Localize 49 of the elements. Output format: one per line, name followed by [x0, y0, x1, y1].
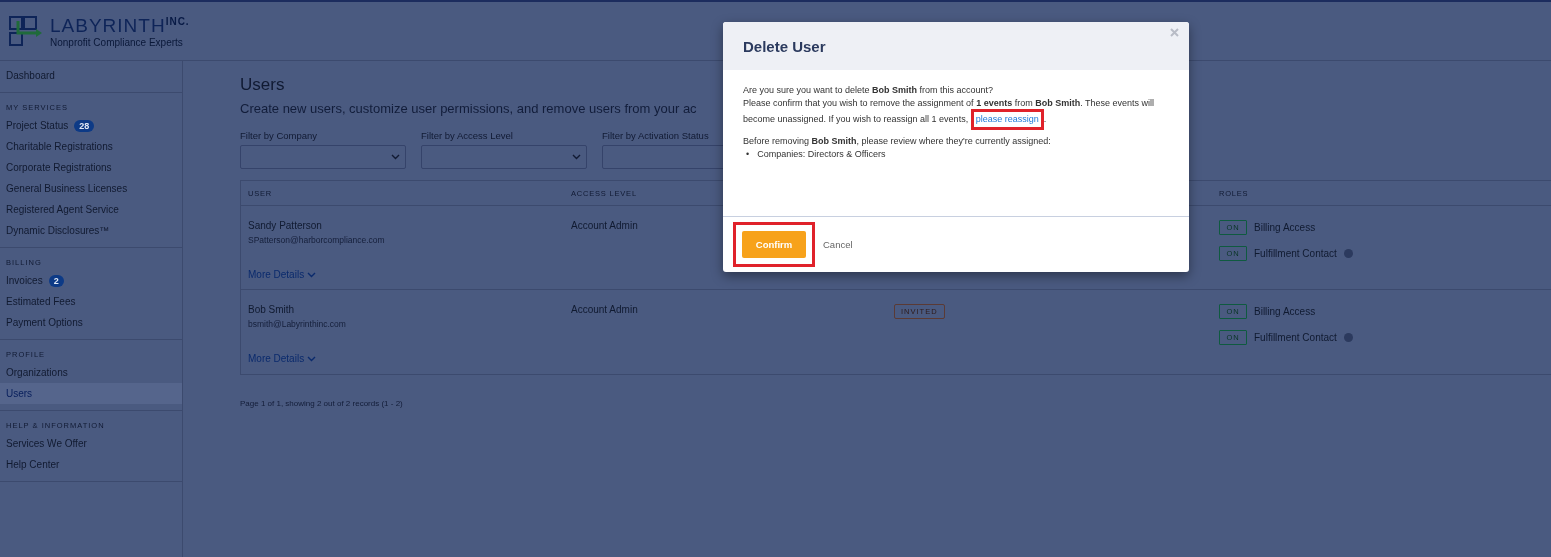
chevron-down-icon [307, 355, 317, 362]
reassign-notice: Please confirm that you wish to remove the assignment of 1 events from Bob Smith. These events will become unassigned. If you wish to reassign all 1 events, please reassign . [743, 96, 1169, 130]
count-badge: 2 [48, 274, 64, 287]
user-email: bsmith@Labyrinthinc.com [248, 319, 346, 329]
sidebar-item[interactable]: General Business Licenses [0, 178, 182, 199]
chevron-down-icon [307, 271, 317, 278]
page-subtitle: Create new users, customize user permissions, and remove users from your ac [240, 101, 697, 116]
filter-label: Filter by Access Level [421, 130, 513, 141]
chevron-down-icon [572, 154, 581, 160]
sidebar-item[interactable]: Charitable Registrations [0, 136, 182, 157]
sidebar-item[interactable]: Dashboard [0, 65, 182, 86]
sidebar-item[interactable]: Dynamic Disclosures™ [0, 220, 182, 241]
user-email: SPatterson@harborcompliance.com [248, 235, 385, 245]
role-label: Fulfillment Contact [1254, 248, 1337, 259]
count-badge: 28 [74, 119, 95, 132]
role-label: Billing Access [1254, 222, 1316, 233]
page-title: Users [240, 75, 285, 95]
user-name: Bob Smith [248, 304, 295, 315]
role-label: Fulfillment Contact [1254, 332, 1337, 343]
review-text: Before removing Bob Smith, please review where they're currently assigned: [743, 135, 1052, 148]
confirm-button[interactable]: Confirm [742, 231, 806, 258]
maze-logo-icon [8, 15, 44, 47]
filter-label: Filter by Activation Status [602, 130, 709, 141]
logo-tagline: Nonprofit Compliance Experts [50, 36, 184, 48]
sidebar-item[interactable]: Project Status 28 [0, 115, 182, 136]
cancel-link[interactable]: Cancel [823, 239, 853, 250]
filter-label: Filter by Company [240, 130, 318, 141]
sidebar-item[interactable]: Estimated Fees [0, 291, 182, 312]
logo-wordmark: LABYRINTH$^{INC.}$ [50, 14, 190, 37]
confirmation-text: Are you sure you want to delete Bob Smith from this account? [743, 84, 995, 97]
sidebar-item[interactable]: Payment Options [0, 312, 182, 333]
sidebar-item[interactable]: Invoices 2 [0, 270, 182, 291]
role-label: Billing Access [1254, 306, 1316, 317]
more-details-link[interactable]: More Details [248, 269, 317, 280]
dialog-title: Delete User [743, 37, 826, 55]
access-level: Account Admin [571, 304, 638, 315]
reassign-link[interactable]: please reassign [975, 114, 1039, 125]
chevron-down-icon [391, 154, 400, 160]
sidebar-item[interactable]: Services We Offer [0, 433, 182, 454]
sidebar-item[interactable]: Organizations [0, 362, 182, 383]
sidebar-item[interactable]: Registered Agent Service [0, 199, 182, 220]
user-name: Sandy Patterson [248, 220, 322, 231]
more-details-link[interactable]: More Details [248, 353, 317, 364]
sidebar-item[interactable]: Corporate Registrations [0, 157, 182, 178]
access-level: Account Admin [571, 220, 638, 231]
close-icon[interactable] [1170, 28, 1179, 37]
sidebar-item[interactable]: Help Center [0, 454, 182, 475]
sidebar-item[interactable]: Users [0, 383, 182, 404]
assignment-item: • Companies: Directors & Officers [745, 147, 886, 160]
